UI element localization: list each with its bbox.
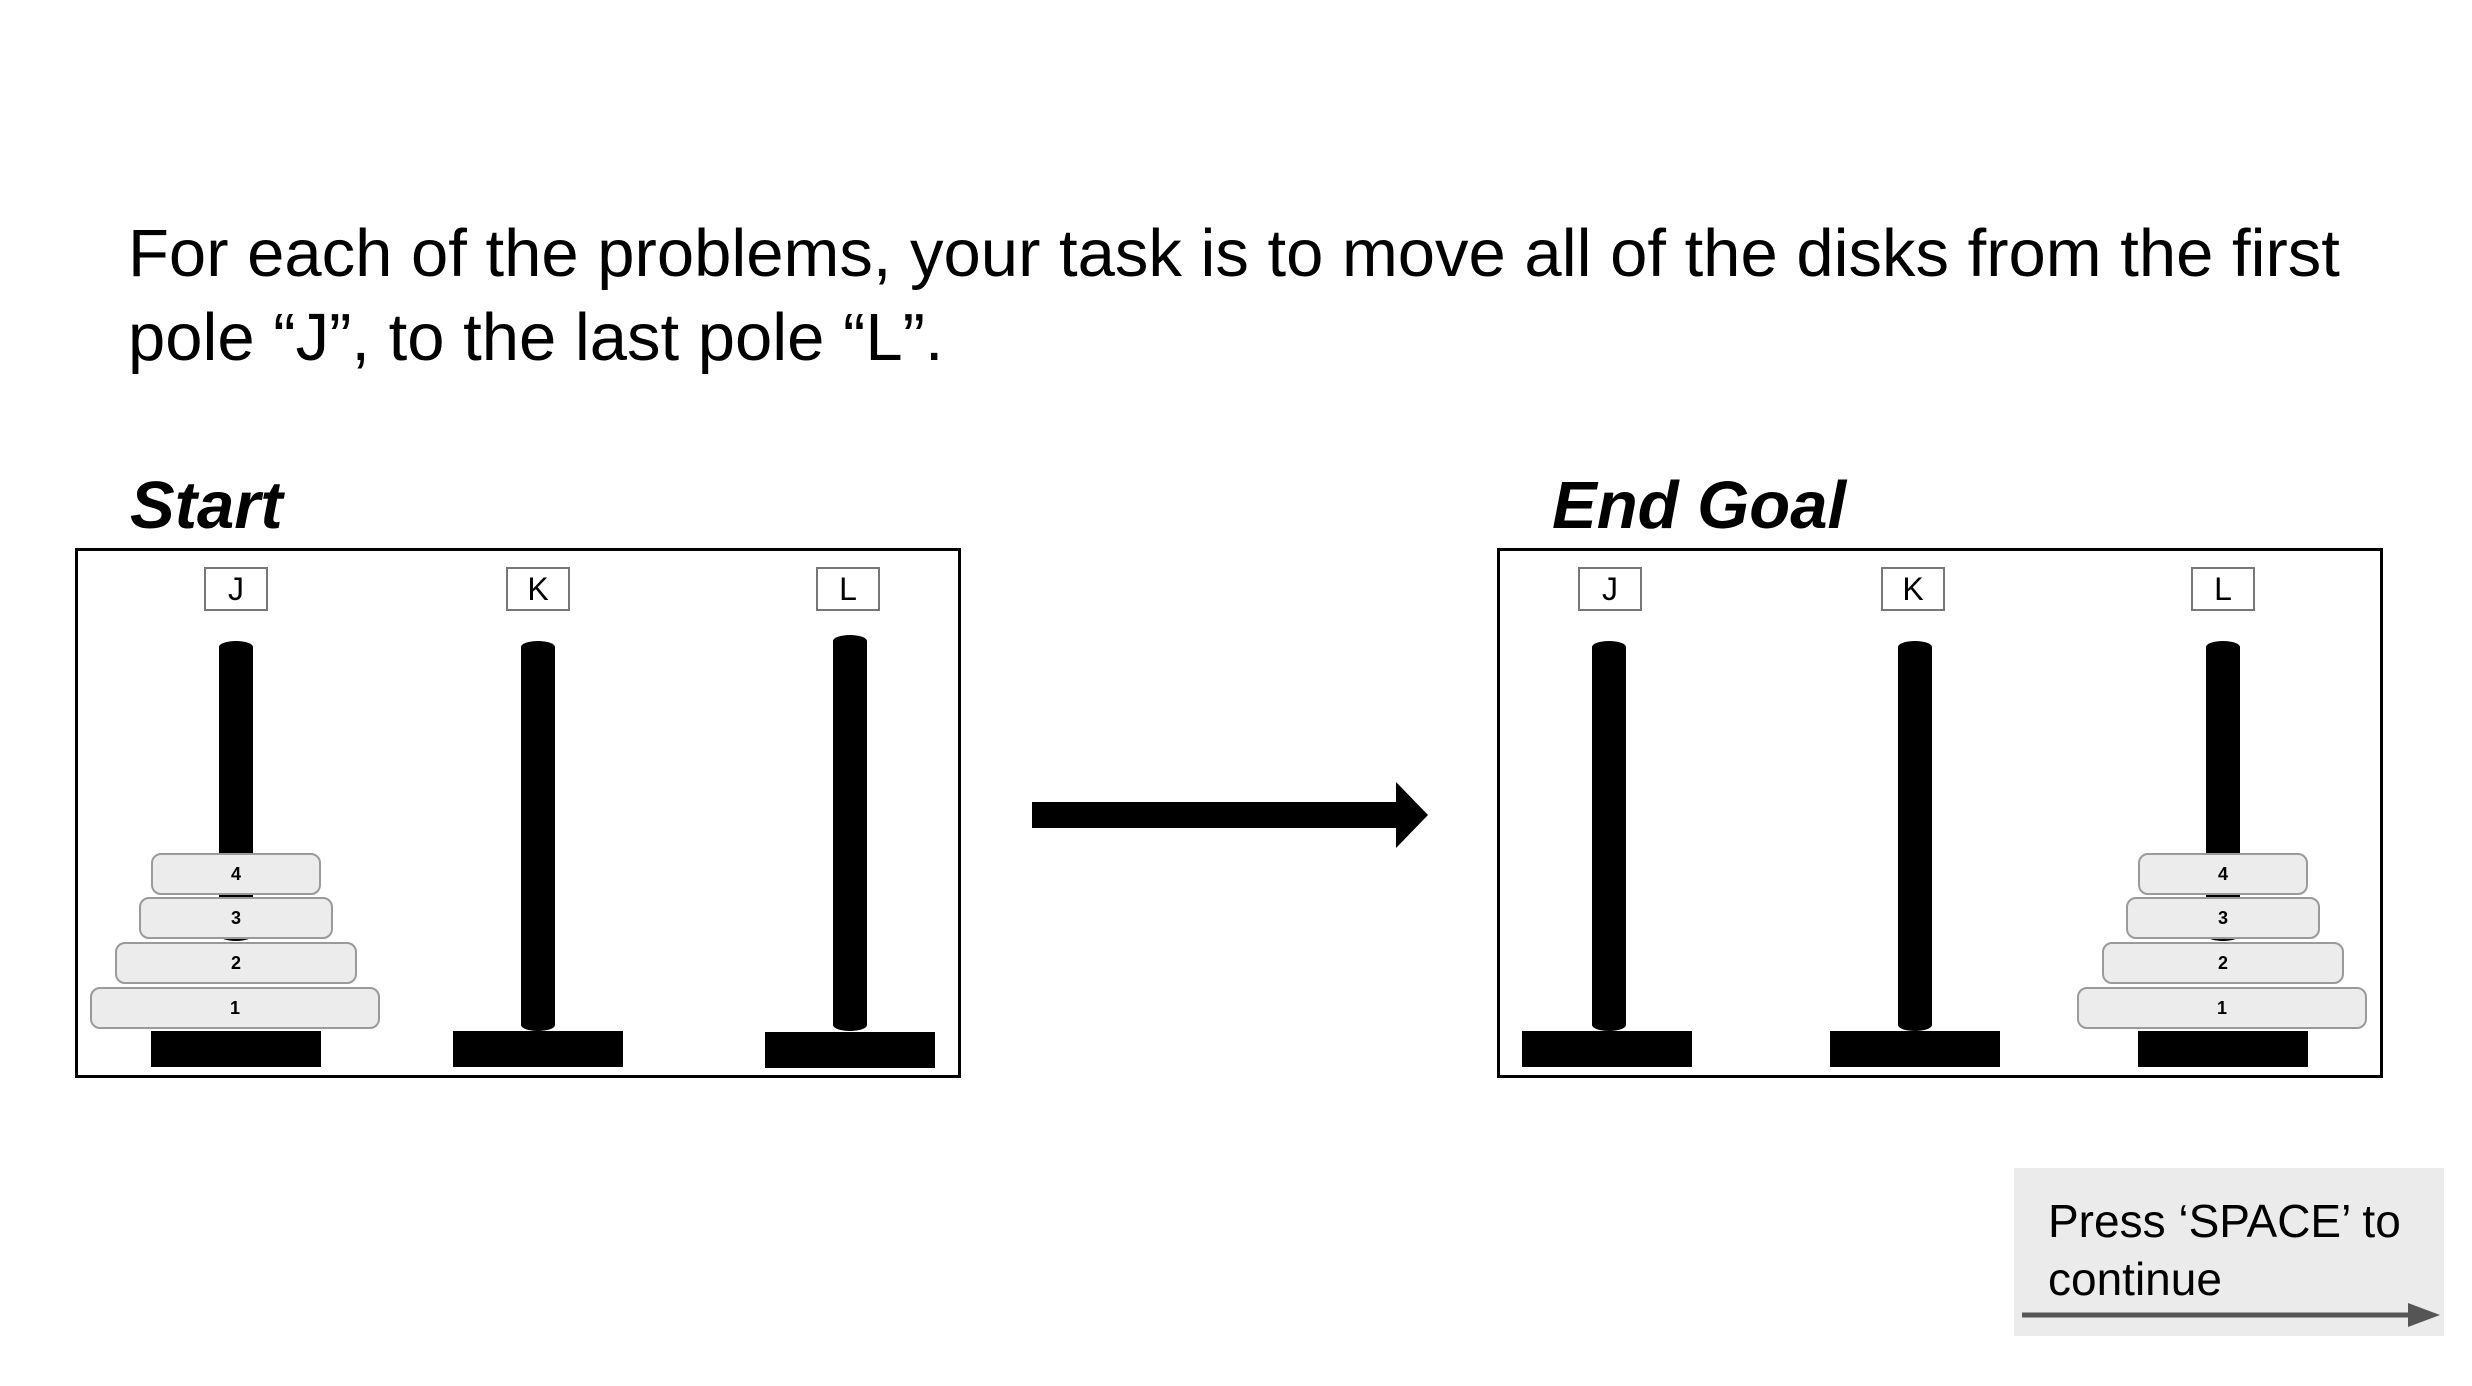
- start-peg-label-l: L: [816, 567, 880, 611]
- start-rod-j: [219, 641, 253, 941]
- goal-peg-label-l: L: [2191, 567, 2255, 611]
- start-puzzle: J K L 4 3 2 1: [75, 548, 961, 1078]
- goal-peg-label-j: J: [1578, 567, 1642, 611]
- start-disk-4: 4: [151, 853, 321, 895]
- start-disk-3: 3: [139, 897, 333, 939]
- continue-button[interactable]: Press ‘SPACE’ to continue: [2014, 1168, 2444, 1336]
- goal-rod-k: [1898, 641, 1932, 1031]
- goal-rod-j: [1592, 641, 1626, 1031]
- right-arrow-icon: [1032, 782, 1428, 848]
- goal-disk-3: 3: [2126, 897, 2320, 939]
- start-peg-label-j: J: [204, 567, 268, 611]
- start-title: Start: [130, 468, 283, 543]
- start-base-l: [765, 1032, 935, 1068]
- start-disk-2: 2: [115, 942, 357, 984]
- start-disk-1: 1: [90, 987, 380, 1029]
- goal-disk-1: 1: [2077, 987, 2367, 1029]
- goal-base-j: [1522, 1031, 1692, 1067]
- goal-base-l: [2138, 1031, 2308, 1067]
- end-goal-title: End Goal: [1552, 468, 1847, 543]
- start-peg-label-k: K: [506, 567, 570, 611]
- instructions-text: For each of the problems, your task is t…: [128, 216, 2340, 375]
- continue-arrow-icon: [2022, 1303, 2440, 1327]
- goal-puzzle: J K L 4 3 2 1: [1497, 548, 2383, 1078]
- start-rod-k: [521, 641, 555, 1031]
- goal-base-k: [1830, 1031, 2000, 1067]
- goal-rod-l: [2206, 641, 2240, 941]
- continue-label: Press ‘SPACE’ to continue: [2048, 1195, 2401, 1305]
- start-base-j: [151, 1031, 321, 1067]
- goal-disk-4: 4: [2138, 853, 2308, 895]
- start-rod-l: [833, 635, 867, 1031]
- goal-peg-label-k: K: [1881, 567, 1945, 611]
- goal-disk-2: 2: [2102, 942, 2344, 984]
- start-base-k: [453, 1031, 623, 1067]
